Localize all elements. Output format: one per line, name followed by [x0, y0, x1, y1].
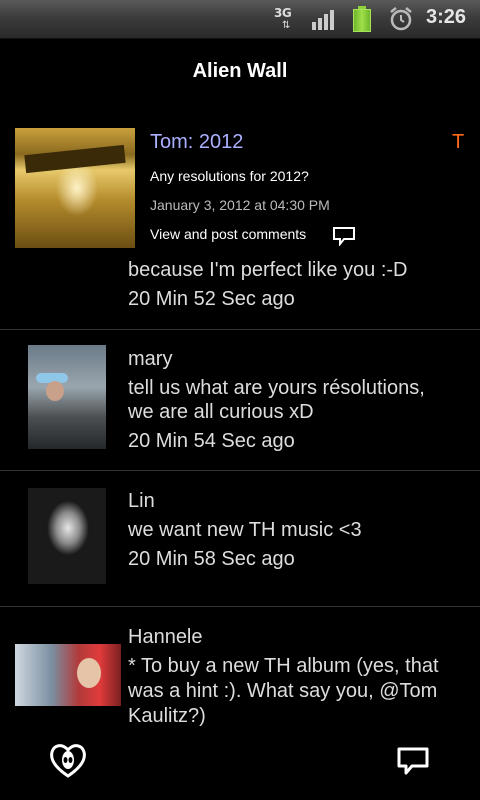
post-thumbnail[interactable]: [15, 128, 135, 248]
comment-text: tell us what are yours résolutions,: [128, 377, 425, 399]
status-bar: 3G ⇅ 3:26: [0, 0, 480, 39]
view-comments-link[interactable]: View and post comments: [150, 226, 306, 242]
speech-bubble-icon[interactable]: [396, 746, 430, 776]
comment-text: was a hint :). What say you, @Tom: [128, 680, 438, 702]
comment-text: we want new TH music <3: [128, 519, 362, 541]
post-title: Tom: 2012: [150, 131, 244, 153]
signal-strength-icon: [312, 8, 338, 30]
comment-text: because I'm perfect like you :-D: [128, 259, 408, 281]
post-question: Any resolutions for 2012?: [150, 168, 309, 184]
comment-user: Hannele: [128, 626, 203, 648]
data-arrows-icon: ⇅: [282, 20, 291, 31]
comment-text: we are all curious xD: [128, 401, 314, 423]
network-3g-icon: 3G ⇅: [274, 6, 300, 32]
divider: [0, 606, 480, 607]
comment-text: Kaulitz?): [128, 705, 206, 727]
post-date: January 3, 2012 at 04:30 PM: [150, 197, 330, 213]
network-type-label: 3G: [274, 6, 292, 20]
comment-text: * To buy a new TH album (yes, that: [128, 655, 439, 677]
divider: [0, 470, 480, 471]
alien-heart-logo-icon[interactable]: [48, 740, 88, 780]
post-tag: T: [452, 131, 465, 153]
avatar[interactable]: [15, 644, 121, 706]
alarm-clock-icon: [388, 6, 414, 32]
avatar[interactable]: [28, 345, 106, 449]
page-title: Alien Wall: [192, 60, 288, 82]
clock-time: 3:26: [426, 6, 467, 28]
comment-time: 20 Min 58 Sec ago: [128, 548, 295, 570]
comment-user: mary: [128, 348, 173, 370]
comment-user: Lin: [128, 490, 155, 512]
comment-time: 20 Min 54 Sec ago: [128, 430, 295, 452]
battery-icon: [352, 6, 372, 32]
comment-time: 20 Min 52 Sec ago: [128, 288, 295, 310]
comment-bubble-icon[interactable]: [332, 226, 356, 247]
avatar[interactable]: [28, 488, 106, 584]
divider: [0, 329, 480, 330]
